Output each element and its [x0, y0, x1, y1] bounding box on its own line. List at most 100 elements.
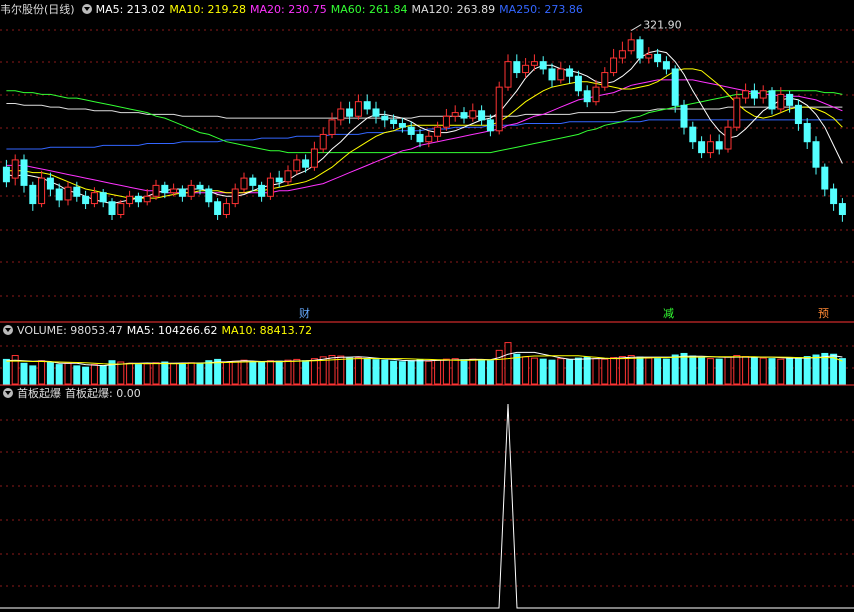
candle-body [469, 110, 477, 119]
candle-body [821, 166, 829, 190]
volume-bar [451, 358, 459, 385]
candle-body [812, 141, 820, 168]
volume-bar [627, 355, 635, 385]
volume-bar [812, 354, 820, 385]
volume-bar [134, 364, 142, 385]
volume-bar [495, 349, 503, 385]
volume-bar [574, 357, 582, 385]
candle-body [143, 195, 151, 203]
indicator-dropdown-icon[interactable] [3, 388, 13, 398]
candle-body [662, 61, 670, 70]
candle-body [513, 61, 521, 74]
volume-bar [724, 356, 732, 385]
volume-bar [794, 357, 802, 385]
candle-body [627, 39, 635, 52]
volume-bar [715, 358, 723, 385]
chart-period: (日线) [44, 3, 75, 16]
dropdown-icon[interactable] [81, 4, 92, 14]
volume-bar [662, 358, 670, 385]
volume-bar [618, 356, 626, 385]
ma5-label: MA5: 213.02 [95, 3, 166, 16]
candle-body [574, 75, 582, 92]
volume-bar [442, 358, 450, 385]
volume-bar [240, 359, 248, 385]
candle-body [742, 90, 750, 99]
volume-bar [610, 357, 618, 385]
volume-bar [249, 361, 257, 385]
volume-bar [29, 365, 37, 385]
volume-bar [372, 359, 380, 385]
volume-bar [222, 361, 230, 385]
volume-bar [601, 358, 609, 385]
candle-body [557, 68, 565, 81]
candle-body [205, 188, 213, 203]
ma20-label: MA20: 230.75 [250, 3, 327, 16]
marker-yu[interactable]: 预 [818, 307, 829, 320]
high-price-label: 321.90 [643, 19, 682, 32]
candle-body [222, 203, 230, 215]
candle-body [11, 159, 19, 179]
candle-body [566, 68, 574, 77]
candle-body [2, 166, 10, 183]
volume-dropdown-icon[interactable] [3, 325, 13, 335]
volume-bar [390, 360, 398, 385]
main-header: 韦尔股份(日线) MA5: 213.02 MA10: 219.28 MA20: 230… [0, 2, 587, 18]
volume-bar [302, 360, 310, 385]
marker-cai[interactable]: 财 [299, 307, 310, 320]
volume-bar [777, 358, 785, 385]
volume-bar [838, 358, 846, 385]
volume-bar [513, 353, 521, 385]
volume-bar [671, 354, 679, 385]
ma5-line [6, 50, 843, 205]
volume-bar [266, 360, 274, 385]
volume-bar [636, 356, 644, 385]
candle-body [372, 108, 380, 117]
candle-body [319, 133, 327, 150]
volume-bar [38, 360, 46, 385]
volume-bar [733, 355, 741, 385]
volume-bar [170, 362, 178, 385]
candle-body [724, 126, 732, 150]
volume-bar [346, 357, 354, 385]
candle-body [592, 86, 600, 103]
candle-body [64, 186, 72, 201]
candle-body [284, 170, 292, 183]
candle-body [328, 119, 336, 135]
candle-body [46, 177, 54, 190]
candle-body [99, 192, 107, 203]
volume-bar [64, 362, 72, 385]
volume-bar [187, 362, 195, 385]
volume-header: VOLUME: 98053.47 MA5: 104266.62 MA10: 8841… [0, 323, 316, 339]
volume-bar [363, 358, 371, 385]
candle-body [504, 61, 512, 88]
candle-body [381, 115, 389, 121]
candle-body [786, 93, 794, 106]
candle-body [830, 188, 838, 205]
candle-body [240, 177, 248, 190]
candle-body [82, 195, 90, 205]
candle-body [451, 112, 459, 117]
candle-body [161, 184, 169, 194]
candle-body [152, 184, 160, 197]
candle-body [495, 86, 503, 132]
volume-bar [460, 359, 468, 385]
candle-body [214, 201, 222, 215]
indicator-value: 首板起爆: 0.00 [65, 387, 141, 400]
volume-bar [2, 358, 10, 385]
candle-body [134, 195, 142, 203]
candle-body [117, 203, 125, 215]
candle-body [354, 101, 362, 117]
stock-chart-canvas[interactable]: 321.90 [0, 0, 854, 612]
marker-jian[interactable]: 减 [663, 307, 674, 320]
candle-body [196, 184, 204, 190]
candle-body [363, 101, 371, 110]
candle-body [398, 123, 406, 128]
volume-bar [20, 362, 28, 385]
volume-bar [55, 364, 63, 385]
candle-body [486, 119, 494, 132]
candle-body [654, 53, 662, 63]
volume-bar [680, 352, 688, 385]
volume-bar [73, 365, 81, 385]
volume-bar [284, 359, 292, 385]
candle-body [645, 53, 653, 59]
